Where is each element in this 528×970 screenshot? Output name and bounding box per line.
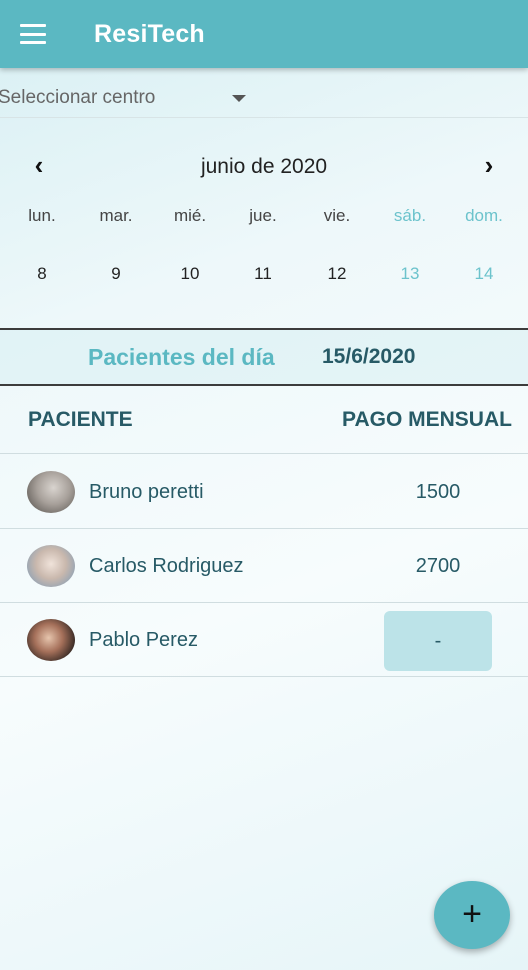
table-header: PACIENTE PAGO MENSUAL — [0, 386, 528, 454]
calendar-day[interactable]: 11 — [233, 264, 293, 284]
avatar — [27, 619, 75, 661]
weekday-label: jue. — [249, 206, 277, 225]
patient-row[interactable]: Bruno peretti 1500 — [0, 455, 528, 529]
day-patients-header: Pacientes del día 15/6/2020 — [0, 330, 528, 384]
hamburger-menu-icon[interactable] — [20, 24, 46, 44]
column-header-patient: PACIENTE — [28, 408, 133, 431]
patient-name: Pablo Perez — [89, 629, 198, 651]
weekday-label: mié. — [173, 206, 207, 225]
monthly-payment-amount: 2700 — [415, 555, 461, 577]
day-patients-date: 15/6/2020 — [322, 345, 416, 368]
calendar-day[interactable]: 14 — [454, 264, 514, 284]
app-title: ResiTech — [94, 20, 205, 48]
calendar-day[interactable]: 13 — [380, 264, 440, 284]
weekday-label: lun. — [28, 206, 56, 225]
weekday-label: dom. — [465, 206, 503, 225]
calendar-day[interactable]: 12 — [307, 264, 367, 284]
register-payment-button[interactable]: - — [384, 611, 492, 671]
app-bar: ResiTech — [0, 0, 528, 68]
center-select-dropdown[interactable]: Seleccionar centro — [0, 74, 528, 118]
week-calendar: ‹ junio de 2020 › lun. mar. mié. jue. vi… — [0, 140, 528, 320]
center-select-placeholder: Seleccionar centro — [0, 87, 156, 108]
calendar-day[interactable]: 10 — [160, 264, 220, 284]
weekday-label: sáb. — [393, 206, 427, 225]
add-patient-button[interactable]: + — [434, 881, 510, 949]
patient-name: Bruno peretti — [89, 481, 204, 503]
caret-down-icon — [232, 95, 246, 102]
calendar-day[interactable]: 9 — [86, 264, 146, 284]
patient-row[interactable]: Pablo Perez - — [0, 603, 528, 677]
weekday-label: mar. — [99, 206, 133, 225]
patient-name: Carlos Rodriguez — [89, 555, 244, 577]
chevron-right-icon[interactable]: › — [474, 152, 504, 182]
calendar-month-title: junio de 2020 — [200, 155, 328, 178]
avatar — [27, 471, 75, 513]
day-patients-label: Pacientes del día — [88, 344, 275, 370]
avatar — [27, 545, 75, 587]
weekday-label: vie. — [323, 206, 351, 225]
patient-row[interactable]: Carlos Rodriguez 2700 — [0, 529, 528, 603]
column-header-payment: PAGO MENSUAL — [342, 408, 512, 431]
calendar-day[interactable]: 8 — [12, 264, 72, 284]
monthly-payment-amount: 1500 — [415, 481, 461, 503]
